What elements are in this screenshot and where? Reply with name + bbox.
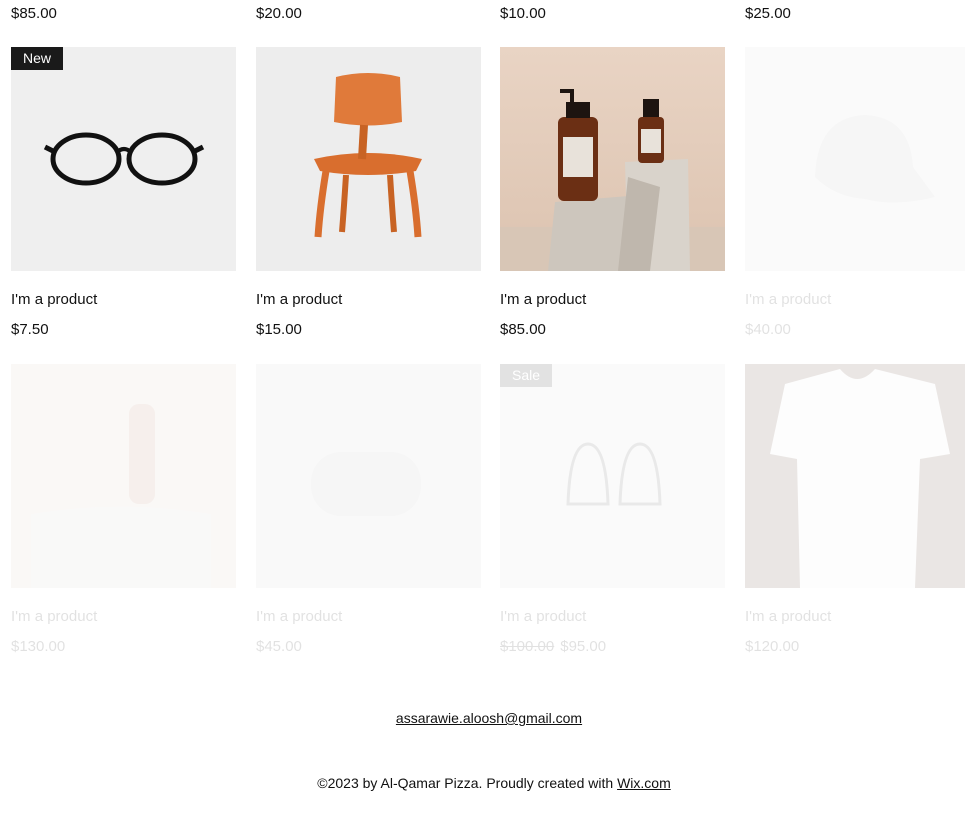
product-image[interactable] bbox=[256, 47, 481, 271]
footer-copyright: ©2023 by Al-Qamar Pizza. Proudly created… bbox=[0, 775, 965, 791]
earrings-icon bbox=[500, 364, 725, 588]
product-price: $130.00 bbox=[11, 638, 66, 655]
footer-email-link[interactable]: assarawie.aloosh@gmail.com bbox=[0, 710, 965, 726]
soap-icon bbox=[256, 364, 481, 588]
product-price: $45.00 bbox=[256, 638, 302, 655]
product-price: $40.00 bbox=[745, 321, 791, 338]
product-price: $7.50 bbox=[11, 321, 49, 338]
product-price-group: $100.00 $95.00 bbox=[500, 638, 606, 655]
product-image[interactable]: Sale bbox=[500, 364, 725, 588]
product-name[interactable]: I'm a product bbox=[500, 608, 586, 625]
product-name[interactable]: I'm a product bbox=[745, 291, 831, 308]
original-price: $100.00 bbox=[500, 638, 555, 655]
product-image[interactable] bbox=[745, 47, 965, 271]
product-image[interactable] bbox=[11, 364, 236, 588]
product-price: $85.00 bbox=[500, 321, 546, 338]
product-price: $10.00 bbox=[500, 5, 546, 22]
product-image[interactable]: New bbox=[11, 47, 236, 271]
product-name[interactable]: I'm a product bbox=[745, 608, 831, 625]
product-price: $15.00 bbox=[256, 321, 302, 338]
product-price: $20.00 bbox=[256, 5, 302, 22]
product-image[interactable] bbox=[500, 47, 725, 271]
product-name[interactable]: I'm a product bbox=[256, 291, 342, 308]
wix-link[interactable]: Wix.com bbox=[617, 775, 671, 791]
product-price: $25.00 bbox=[745, 5, 791, 22]
copyright-text: ©2023 by Al-Qamar Pizza. Proudly created… bbox=[317, 775, 618, 791]
product-name[interactable]: I'm a product bbox=[256, 608, 342, 625]
product-name[interactable]: I'm a product bbox=[11, 291, 97, 308]
sale-price: $95.00 bbox=[560, 638, 607, 655]
bottle-icon bbox=[11, 364, 236, 588]
glasses-icon bbox=[11, 47, 236, 271]
bottles-icon bbox=[500, 47, 725, 271]
new-ribbon: New bbox=[11, 47, 64, 70]
product-name[interactable]: I'm a product bbox=[11, 608, 97, 625]
tshirt-icon bbox=[745, 364, 965, 588]
product-price: $120.00 bbox=[745, 638, 800, 655]
product-price: $85.00 bbox=[11, 5, 57, 22]
sale-ribbon: Sale bbox=[500, 364, 553, 387]
chair-icon bbox=[256, 47, 481, 271]
product-image[interactable] bbox=[256, 364, 481, 588]
product-image[interactable] bbox=[745, 364, 965, 588]
cap-icon bbox=[745, 47, 965, 271]
product-name[interactable]: I'm a product bbox=[500, 291, 586, 308]
